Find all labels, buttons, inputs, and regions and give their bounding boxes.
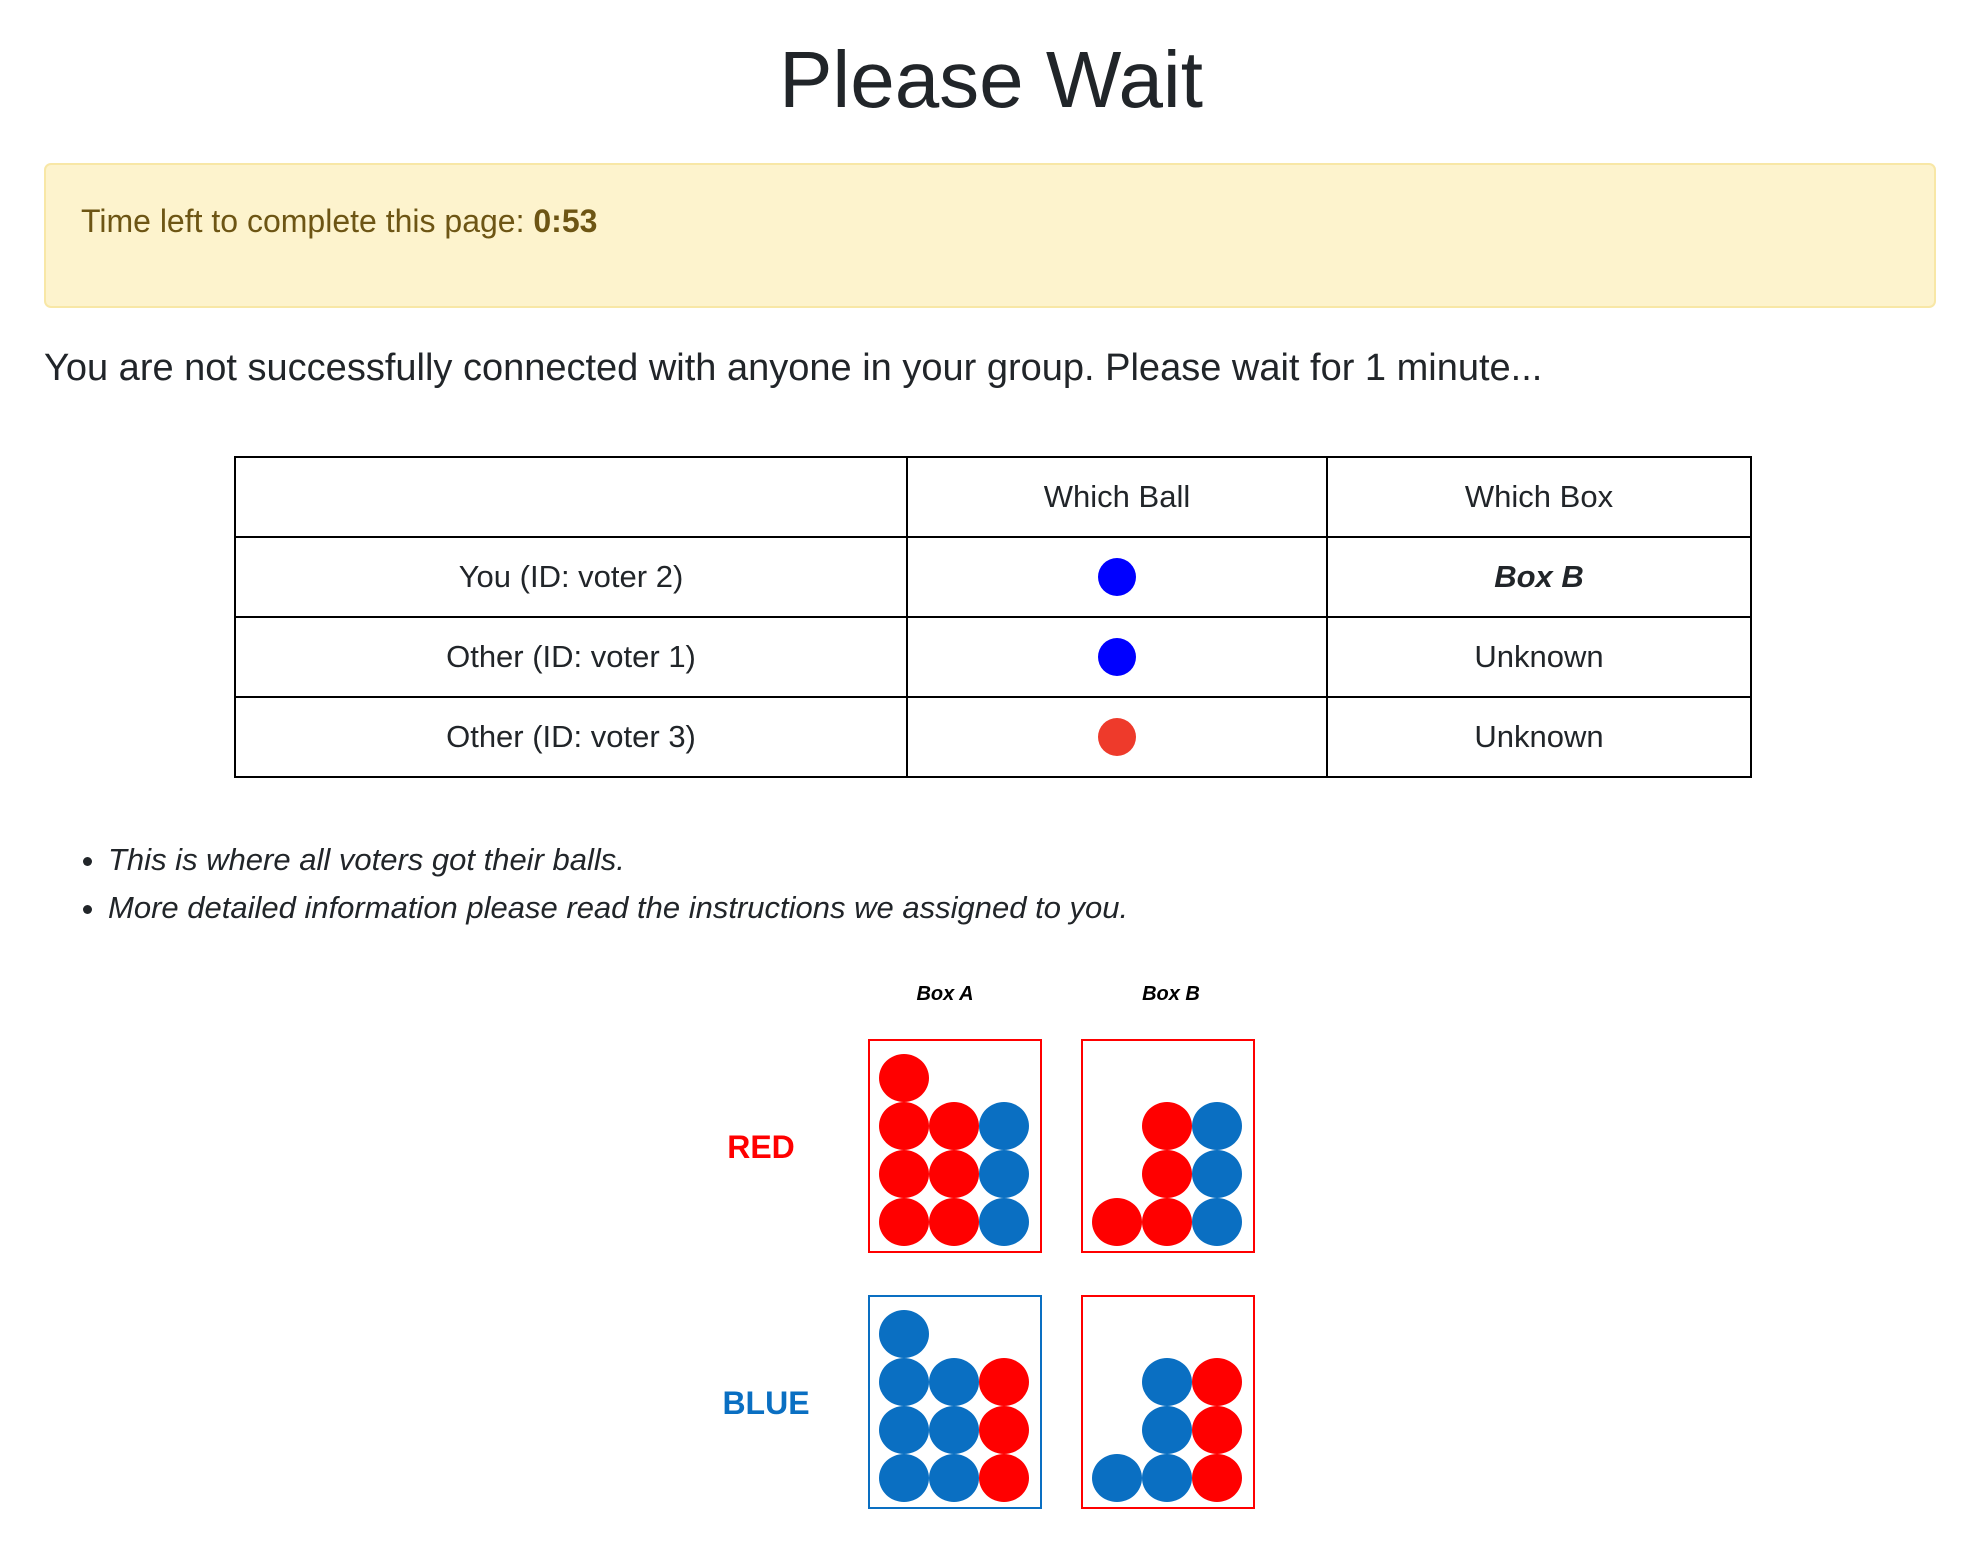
ball: [1142, 1198, 1192, 1246]
status-message: You are not successfully connected with …: [44, 347, 1543, 389]
voter-cell: Other (ID: voter 1): [234, 616, 908, 698]
ball: [1192, 1454, 1242, 1502]
ball: [1192, 1406, 1242, 1454]
ball: [979, 1406, 1029, 1454]
ball: [1142, 1150, 1192, 1198]
box-label: Box A: [916, 983, 973, 1005]
voter-cell: Other (ID: voter 3): [234, 696, 908, 778]
ball-cell: [906, 616, 1328, 698]
ball: [1192, 1150, 1242, 1198]
ball-dot-icon: [1098, 718, 1136, 757]
voter-table: Which Ball Which Box You (ID: voter 2) B…: [234, 456, 1752, 778]
ball: [929, 1358, 979, 1406]
ball: [979, 1358, 1029, 1406]
ball: [879, 1054, 929, 1102]
table-row: Other (ID: voter 3) Unknown: [234, 696, 1752, 778]
box-cell: Box B: [1326, 536, 1752, 618]
ball-cell: [906, 536, 1328, 618]
ball: [929, 1150, 979, 1198]
list-item: More detailed information please read th…: [108, 884, 1128, 932]
box-label: Box B: [1142, 983, 1200, 1005]
voter-cell: You (ID: voter 2): [234, 536, 908, 618]
box-cell: Unknown: [1326, 616, 1752, 698]
box-value: Unknown: [1474, 639, 1604, 674]
ball: [1142, 1102, 1192, 1150]
ball: [929, 1454, 979, 1502]
ball: [1142, 1358, 1192, 1406]
ball: [929, 1406, 979, 1454]
ball: [979, 1198, 1029, 1246]
row-label: RED: [727, 1129, 795, 1165]
timer-alert: Time left to complete this page: 0:53: [44, 163, 1936, 308]
ball-cell: [906, 696, 1328, 778]
table-row: Other (ID: voter 1) Unknown: [234, 616, 1752, 698]
ball-dot-icon: [1098, 558, 1136, 597]
ball: [1142, 1406, 1192, 1454]
page: Please Wait Time left to complete this p…: [0, 0, 1982, 1542]
table-row: You (ID: voter 2) Box B: [234, 536, 1752, 618]
ball: [929, 1198, 979, 1246]
table-header-box: Which Box: [1326, 456, 1752, 538]
ball: [879, 1454, 929, 1502]
list-item: This is where all voters got their balls…: [108, 836, 1128, 884]
table-header-row: Which Ball Which Box: [234, 456, 1752, 538]
ball-box-diagram: Box A Box B RED BLUE: [690, 970, 1290, 1530]
timer-value: 0:53: [533, 203, 598, 239]
ball: [879, 1102, 929, 1150]
ball: [1092, 1198, 1142, 1246]
notes-list: This is where all voters got their balls…: [62, 836, 1128, 932]
ball: [929, 1102, 979, 1150]
table-header-ball: Which Ball: [906, 456, 1328, 538]
row-label: BLUE: [722, 1385, 809, 1421]
ball: [879, 1150, 929, 1198]
page-title: Please Wait: [779, 35, 1203, 124]
ball: [879, 1406, 929, 1454]
table-header-who: [234, 456, 908, 538]
ball: [879, 1310, 929, 1358]
diagram-svg: Box A Box B RED BLUE: [722, 983, 1255, 1509]
ball: [1092, 1454, 1142, 1502]
ball-dot-icon: [1098, 638, 1136, 677]
box-value: Box B: [1494, 559, 1584, 594]
ball: [1192, 1358, 1242, 1406]
box-value: Unknown: [1474, 719, 1604, 754]
ball: [1142, 1454, 1192, 1502]
box-cell: Unknown: [1326, 696, 1752, 778]
ball: [979, 1454, 1029, 1502]
ball: [1192, 1198, 1242, 1246]
ball: [979, 1150, 1029, 1198]
ball: [979, 1102, 1029, 1150]
timer-text: Time left to complete this page: 0:53: [81, 203, 597, 240]
timer-label: Time left to complete this page:: [81, 203, 525, 239]
ball: [1192, 1102, 1242, 1150]
ball: [879, 1358, 929, 1406]
ball: [879, 1198, 929, 1246]
